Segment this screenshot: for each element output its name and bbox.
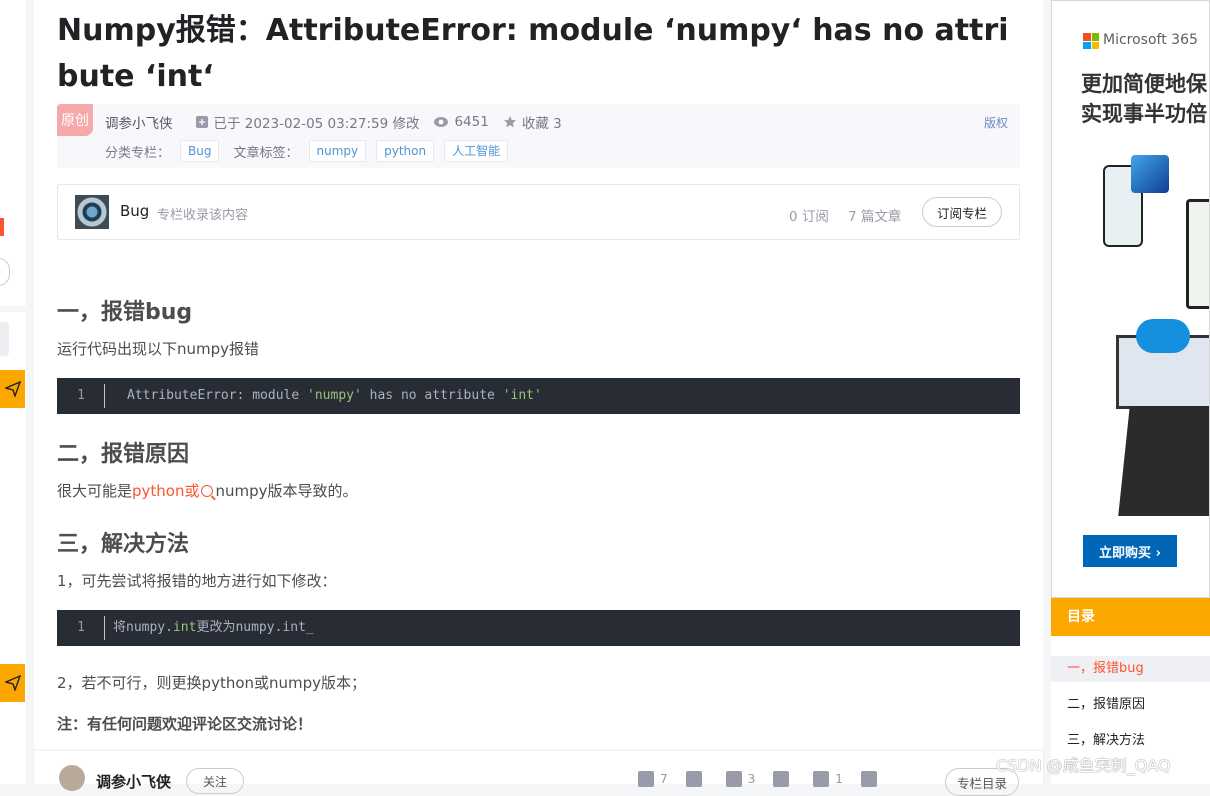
category-tag[interactable]: Bug xyxy=(180,140,220,162)
code-text: 将numpy. xyxy=(113,620,173,635)
toc-item-3[interactable]: 三，解决方法 xyxy=(1051,728,1210,754)
edit-clock-icon xyxy=(195,116,208,128)
paragraph-3: 1，可先尝试将报错的地方进行如下修改： xyxy=(57,572,337,590)
bottom-toolbar: 调参小飞侠 关注 7 3 1 专栏目录 xyxy=(34,751,1043,796)
author-link[interactable]: 调参小飞侠 xyxy=(105,112,173,132)
reward-button[interactable] xyxy=(773,771,795,787)
logo-square-yellow xyxy=(1091,41,1099,49)
rail-divider xyxy=(0,306,26,312)
rail-highlight xyxy=(0,218,4,236)
line-number-separator xyxy=(104,384,105,408)
column-description: 专栏收录该内容 xyxy=(157,208,249,223)
line-number: 1 xyxy=(57,610,105,646)
paper-plane-icon xyxy=(4,675,21,691)
buy-now-button[interactable]: 立即购买 › xyxy=(1083,535,1177,567)
collect-button[interactable]: 3 xyxy=(725,771,755,787)
column-thumbnail[interactable] xyxy=(75,195,109,229)
tag-numpy[interactable]: numpy xyxy=(308,140,367,162)
code-block-2[interactable]: 1 将numpy.int更改为numpy.int_ xyxy=(57,610,1020,646)
section-heading-2: 二，报错原因 xyxy=(57,442,190,467)
paragraph-text: numpy版本导致的。 xyxy=(215,482,358,500)
share-icon xyxy=(860,771,877,787)
modified-time: 已于 2023-02-05 03:27:59 修改 xyxy=(213,116,420,132)
article-title: Numpy报错：AttributeError: module ‘numpy‘ h… xyxy=(57,13,1009,94)
keyword-text: python或 xyxy=(132,482,200,500)
ad-tablet-image xyxy=(1186,199,1209,309)
column-subscribers: 0 订阅 xyxy=(789,209,829,225)
favorite-count: 收藏 3 xyxy=(521,116,562,132)
toc-item-1[interactable]: 一，报错bug xyxy=(1051,656,1210,682)
onedrive-cloud-icon xyxy=(1136,319,1190,353)
rail-tag[interactable] xyxy=(0,322,9,356)
article-meta: 原创 调参小飞侠 已于 2023-02-05 03:27:59 修改 6451 … xyxy=(57,104,1020,168)
search-icon xyxy=(200,485,213,497)
code-keyword: int xyxy=(172,620,197,635)
logo-square-green xyxy=(1091,33,1099,41)
paragraph-4: 2，若不可行，则更换python或numpy版本； xyxy=(57,674,367,692)
favorite-button[interactable]: 收藏 3 xyxy=(503,112,562,132)
section-heading-3: 三，解决方法 xyxy=(57,532,190,557)
ad-headline-line-1: 更加简便地保 xyxy=(1081,72,1207,96)
thumbs-down-icon xyxy=(685,771,702,787)
tag-ai[interactable]: 人工智能 xyxy=(444,140,509,162)
code-text: 更改为numpy.int_ xyxy=(196,620,314,635)
article-container: Numpy报错：AttributeError: module ‘numpy‘ h… xyxy=(34,0,1043,784)
section-heading-1: 一，报错bug xyxy=(57,300,193,325)
column-article-count: 7 篇文章 xyxy=(848,209,902,225)
bottom-author-name[interactable]: 调参小飞侠 xyxy=(96,771,171,792)
original-badge: 原创 xyxy=(57,104,93,136)
star-icon xyxy=(503,116,516,128)
tag-python[interactable]: python xyxy=(376,140,435,162)
reward-icon xyxy=(773,771,790,787)
left-sidebar xyxy=(0,0,26,784)
dislike-button[interactable] xyxy=(685,771,708,787)
logo-square-red xyxy=(1083,33,1091,41)
advertisement[interactable]: Microsoft 365 更加简便地保 实现事半功倍 立即购买 › xyxy=(1051,0,1210,598)
word-app-icon xyxy=(1131,155,1169,193)
code-line: AttributeError: module 'numpy' has no at… xyxy=(127,378,542,414)
view-count: 6451 xyxy=(454,114,489,130)
ad-headline-line-2: 实现事半功倍 xyxy=(1081,102,1207,126)
avatar[interactable] xyxy=(59,765,85,791)
comment-icon xyxy=(813,771,830,787)
eye-icon xyxy=(434,117,449,127)
ad-keyboard-image xyxy=(1118,406,1209,516)
ad-headline: 更加简便地保 实现事半功倍 xyxy=(1081,69,1207,129)
csdn-watermark: CSDN @咸鱼突刺_QAQ xyxy=(996,756,1171,775)
code-text: has no attribute xyxy=(361,388,503,403)
category-label: 分类专栏： xyxy=(105,145,171,161)
code-line: 将numpy.int更改为numpy.int_ xyxy=(113,610,314,646)
like-button[interactable]: 7 xyxy=(638,771,668,787)
ad-brand: Microsoft 365 xyxy=(1103,32,1198,48)
copyright-link[interactable]: 版权 xyxy=(984,114,1008,131)
logo-square-blue xyxy=(1083,41,1091,49)
paragraph-1: 运行代码出现以下numpy报错 xyxy=(57,340,260,358)
microsoft-logo-icon xyxy=(1083,33,1099,49)
paragraph-note: 注：有任何问题欢迎评论区交流讨论！ xyxy=(57,715,313,733)
line-number: 1 xyxy=(57,378,105,414)
paragraph-2: 很大可能是python或 numpy版本导致的。 xyxy=(57,479,358,503)
share-button[interactable] xyxy=(860,771,883,787)
code-text: AttributeError: module xyxy=(127,388,308,403)
column-card: Bug 专栏收录该内容 0 订阅 7 篇文章 订阅专栏 xyxy=(57,184,1020,240)
toc-item-2[interactable]: 二，报错原因 xyxy=(1051,692,1210,718)
paper-plane-icon xyxy=(4,381,21,397)
line-number-separator xyxy=(104,616,105,640)
code-string: 'int' xyxy=(502,388,542,403)
tags-label: 文章标签： xyxy=(233,145,299,161)
rail-circle-button[interactable] xyxy=(0,258,10,286)
paragraph-text: 很大可能是 xyxy=(57,482,133,500)
code-block-1[interactable]: 1 AttributeError: module 'numpy' has no … xyxy=(57,378,1020,414)
comment-button[interactable]: 1 xyxy=(813,771,843,787)
rail-send-button[interactable] xyxy=(0,370,25,408)
search-keyword-link[interactable]: python或 xyxy=(132,482,215,500)
column-name[interactable]: Bug xyxy=(120,202,149,220)
star-icon xyxy=(725,771,742,787)
follow-button[interactable]: 关注 xyxy=(186,768,244,794)
rail-send-button-2[interactable] xyxy=(0,664,25,702)
thumbs-up-icon xyxy=(638,771,654,787)
toc-title: 目录 xyxy=(1051,598,1210,636)
subscribe-column-button[interactable]: 订阅专栏 xyxy=(922,197,1002,227)
code-string: 'numpy' xyxy=(307,388,362,403)
